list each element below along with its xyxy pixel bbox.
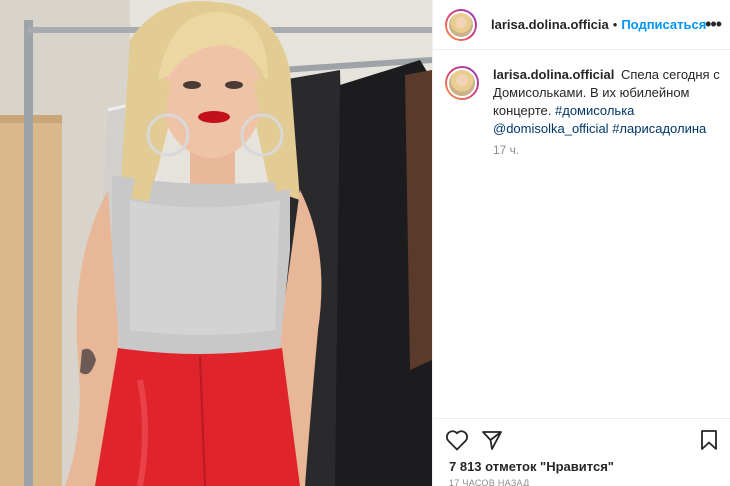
post-actions: 7 813 отметок "Нравится" 17 часов назад: [433, 418, 730, 486]
hashtag-link[interactable]: #домисолька: [555, 103, 634, 118]
hashtag-link[interactable]: #ларисадолина: [612, 121, 706, 136]
mention-link[interactable]: @domisolka_official: [493, 121, 609, 136]
caption-avatar[interactable]: [445, 66, 479, 100]
follow-button[interactable]: Подписаться: [621, 17, 706, 32]
post-photo[interactable]: [0, 0, 432, 486]
more-options-icon[interactable]: •••: [705, 14, 722, 35]
post-side-panel: larisa.dolina.officia • Подписаться ••• …: [432, 0, 730, 486]
author-avatar[interactable]: [445, 8, 477, 41]
post-timestamp: 17 часов назад: [449, 478, 530, 486]
share-icon[interactable]: [481, 429, 503, 451]
instagram-post: larisa.dolina.officia • Подписаться ••• …: [0, 0, 730, 486]
likes-count[interactable]: 7 813 отметок "Нравится": [449, 459, 614, 474]
heart-icon[interactable]: [445, 429, 469, 451]
header-separator: •: [612, 17, 618, 32]
caption-text: larisa.dolina.official Спела сегодня с Д…: [493, 66, 721, 138]
caption-block: larisa.dolina.official Спела сегодня с Д…: [445, 66, 721, 138]
caption-username[interactable]: larisa.dolina.official: [493, 67, 614, 82]
bookmark-icon[interactable]: [699, 429, 719, 451]
photo-illustration: [0, 0, 432, 486]
caption-time: 17 ч.: [493, 143, 520, 157]
author-username[interactable]: larisa.dolina.officia: [491, 17, 609, 32]
post-header: larisa.dolina.officia • Подписаться •••: [433, 0, 730, 50]
